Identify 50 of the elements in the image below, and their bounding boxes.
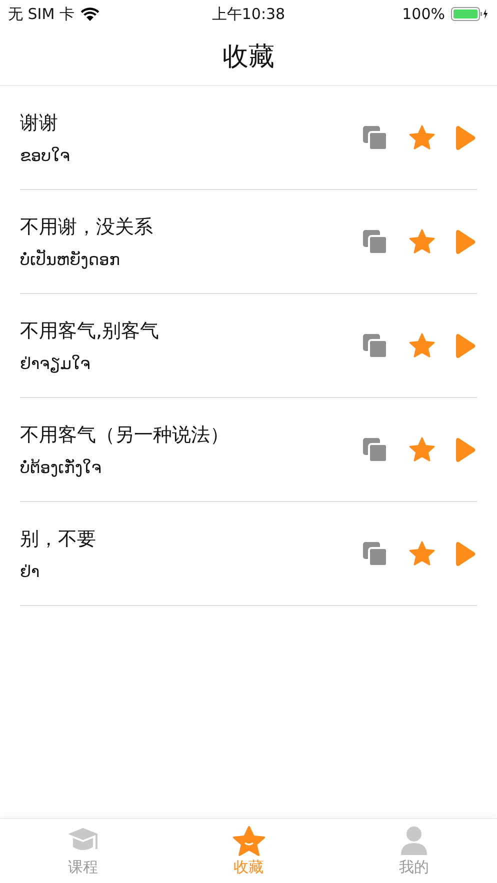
chinese-phrase: 不用客气,别客气 bbox=[20, 319, 160, 344]
favorite-button[interactable] bbox=[408, 540, 436, 568]
chinese-phrase: 不用谢，没关系 bbox=[20, 215, 153, 240]
play-button[interactable] bbox=[455, 332, 477, 360]
chinese-phrase: 别，不要 bbox=[20, 527, 96, 552]
lao-translation: ບໍ່ເປັນຫຍັງດອກ bbox=[20, 250, 121, 269]
star-icon bbox=[408, 124, 436, 152]
copy-button[interactable] bbox=[361, 228, 389, 256]
copy-icon bbox=[361, 540, 389, 568]
copy-button[interactable] bbox=[361, 540, 389, 568]
play-icon bbox=[455, 124, 477, 152]
lao-translation: ບໍ່ຕ້ອງເກັ່ງໃຈ bbox=[20, 458, 102, 477]
favorite-button[interactable] bbox=[408, 228, 436, 256]
copy-icon bbox=[361, 124, 389, 152]
chinese-phrase: 不用客气（另一种说法） bbox=[20, 423, 229, 448]
star-icon bbox=[408, 540, 436, 568]
charging-battery-icon bbox=[451, 7, 489, 21]
copy-icon bbox=[361, 436, 389, 464]
play-icon bbox=[455, 436, 477, 464]
copy-button[interactable] bbox=[361, 124, 389, 152]
lao-translation: ຢ່າຈຽມໃຈ bbox=[20, 354, 92, 373]
play-icon bbox=[455, 540, 477, 568]
play-icon bbox=[455, 332, 477, 360]
page-title: 收藏 bbox=[222, 41, 274, 74]
star-icon bbox=[408, 228, 436, 256]
lao-translation: ຢ່າ bbox=[20, 562, 41, 581]
tab-course[interactable]: 课程 bbox=[0, 819, 166, 883]
tab-profile[interactable]: 我的 bbox=[331, 819, 497, 883]
favorite-button[interactable] bbox=[408, 436, 436, 464]
lao-translation: ຂອບໃຈ bbox=[20, 146, 70, 165]
play-button[interactable] bbox=[455, 228, 477, 256]
copy-icon bbox=[361, 228, 389, 256]
copy-button[interactable] bbox=[361, 332, 389, 360]
chinese-phrase: 谢谢 bbox=[20, 111, 59, 136]
copy-icon bbox=[361, 332, 389, 360]
play-button[interactable] bbox=[455, 124, 477, 152]
favorite-button[interactable] bbox=[408, 332, 436, 360]
play-button[interactable] bbox=[455, 436, 477, 464]
tab-favorites[interactable]: 收藏 bbox=[166, 819, 332, 883]
star-icon bbox=[408, 332, 436, 360]
star-icon bbox=[232, 825, 266, 857]
clock: 上午10:38 bbox=[212, 4, 286, 24]
battery-percentage: 100% bbox=[402, 5, 445, 23]
favorite-button[interactable] bbox=[408, 124, 436, 152]
carrier-label: 无 SIM 卡 bbox=[8, 4, 74, 24]
play-button[interactable] bbox=[455, 540, 477, 568]
wifi-icon bbox=[80, 7, 100, 21]
copy-button[interactable] bbox=[361, 436, 389, 464]
play-icon bbox=[455, 228, 477, 256]
star-icon bbox=[408, 436, 436, 464]
